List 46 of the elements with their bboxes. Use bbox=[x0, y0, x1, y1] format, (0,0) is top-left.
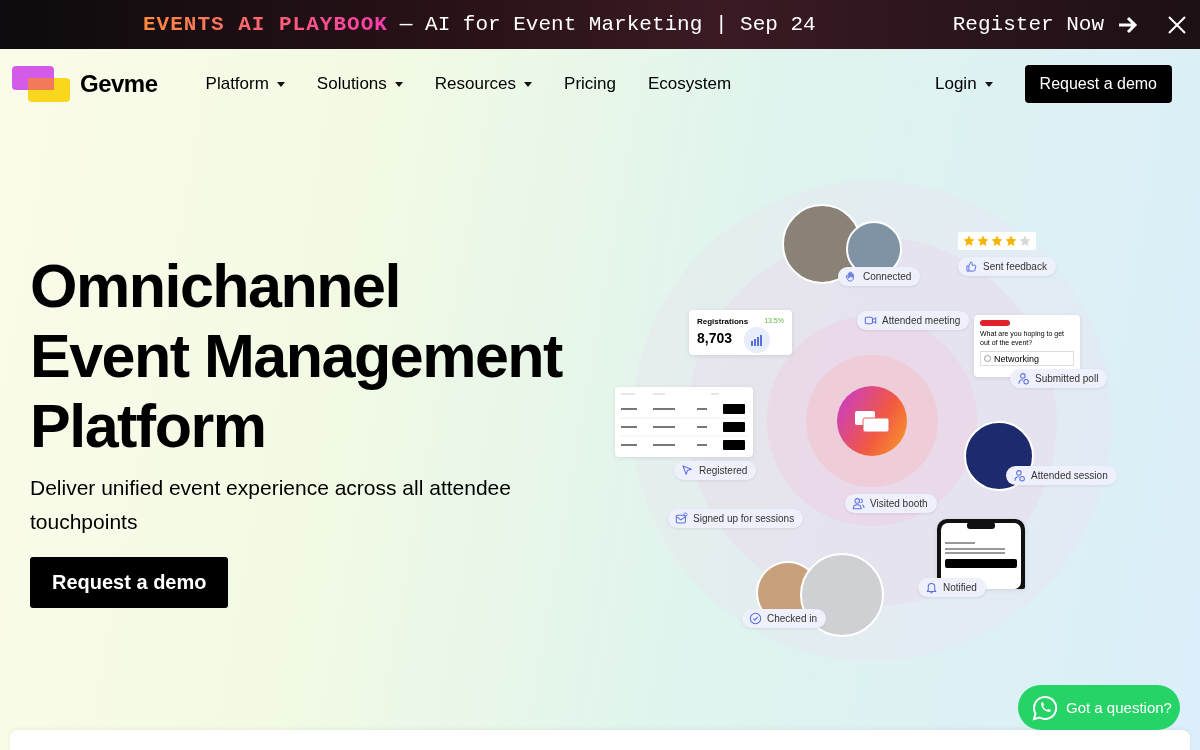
pill-label: Checked in bbox=[767, 613, 818, 624]
request-demo-button[interactable]: Request a demo bbox=[30, 556, 229, 608]
brand-name[interactable]: Gevme bbox=[80, 70, 158, 98]
envelope-icon bbox=[675, 512, 688, 525]
pill-label: Connected bbox=[863, 271, 912, 282]
pill-label: Registered bbox=[699, 465, 748, 476]
pill-label: Submitted poll bbox=[1035, 373, 1099, 384]
card-value: 8,703 bbox=[697, 330, 733, 346]
star-icon bbox=[977, 235, 989, 247]
star-icon bbox=[963, 235, 975, 247]
pill-label: Sent feedback bbox=[983, 261, 1047, 272]
pill-label: Signed up for sessions bbox=[693, 513, 795, 524]
thumbs-up-icon bbox=[965, 260, 978, 273]
card-label: Registrations bbox=[697, 317, 749, 326]
hero-title: Omnichannel Event Management Platform bbox=[30, 250, 564, 461]
nav-link[interactable]: Resources bbox=[418, 74, 549, 94]
promo-text: — AI for Event Marketing | Sep 24 bbox=[399, 13, 816, 36]
user-icon bbox=[1017, 372, 1030, 385]
hero-subtitle: Deliver unified event experience across all attendee touchpoints bbox=[30, 474, 512, 535]
poll-option: Networking bbox=[980, 351, 1074, 366]
live-badge bbox=[980, 320, 1010, 326]
nav-link[interactable]: Solutions bbox=[300, 74, 419, 94]
pill-label: Visited booth bbox=[870, 498, 928, 509]
close-icon[interactable] bbox=[1168, 15, 1186, 34]
cursor-icon bbox=[681, 464, 694, 477]
arrow-right-icon bbox=[1118, 15, 1138, 34]
pill-label: Attended meeting bbox=[882, 315, 961, 326]
star-icon bbox=[1019, 235, 1031, 247]
video-camera-icon bbox=[864, 314, 877, 327]
star-icon bbox=[991, 235, 1003, 247]
logo-icon[interactable] bbox=[12, 66, 70, 102]
pill-label: Attended session bbox=[1031, 470, 1108, 481]
star-icon bbox=[1005, 235, 1017, 247]
nav-link[interactable]: Ecosystem bbox=[632, 74, 748, 94]
nav-link[interactable]: Platform bbox=[189, 74, 301, 94]
pill-label: Notified bbox=[943, 582, 977, 593]
user-icon bbox=[1013, 469, 1026, 482]
check-circle-icon bbox=[749, 612, 762, 625]
request-demo-button[interactable]: Request a demo bbox=[1024, 65, 1172, 103]
radio-icon bbox=[984, 355, 991, 362]
bell-icon bbox=[925, 581, 938, 594]
register-link[interactable]: Register Now bbox=[952, 13, 1138, 36]
users-icon bbox=[852, 497, 865, 510]
chat-bubble-icon bbox=[1032, 694, 1058, 721]
nav-link[interactable]: Pricing bbox=[548, 74, 633, 94]
login-menu[interactable]: Login bbox=[919, 74, 1009, 94]
